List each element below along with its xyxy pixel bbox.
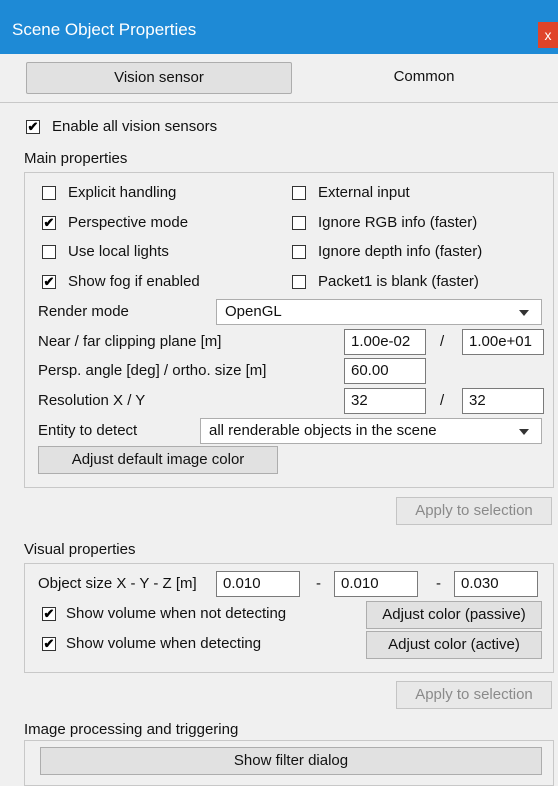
- object-size-y-input[interactable]: 0.010: [334, 571, 418, 597]
- adjust-color-passive-button[interactable]: Adjust color (passive): [366, 601, 542, 629]
- main-properties-heading: Main properties: [24, 150, 128, 167]
- clipping-separator: /: [440, 333, 445, 350]
- apply-to-selection-visual-button[interactable]: Apply to selection: [396, 681, 552, 709]
- show-volume-detecting-label: Show volume when detecting: [66, 635, 262, 652]
- resolution-label: Resolution X / Y: [38, 392, 146, 409]
- object-size-label: Object size X - Y - Z [m]: [38, 575, 197, 592]
- render-mode-label: Render mode: [38, 303, 129, 320]
- ignore-rgb-checkbox[interactable]: [292, 216, 306, 230]
- resolution-separator: /: [440, 392, 445, 409]
- tab-common[interactable]: Common: [300, 62, 548, 92]
- perspective-mode-label: Perspective mode: [68, 214, 189, 231]
- chevron-down-icon: [519, 429, 529, 435]
- entity-to-detect-label: Entity to detect: [38, 422, 138, 439]
- packet1-blank-label: Packet1 is blank (faster): [318, 273, 479, 290]
- show-fog-checkbox[interactable]: ✔: [42, 275, 56, 289]
- persp-angle-label: Persp. angle [deg] / ortho. size [m]: [38, 362, 267, 379]
- packet1-blank-checkbox[interactable]: [292, 275, 306, 289]
- size-separator-2: -: [436, 575, 441, 592]
- show-filter-dialog-button[interactable]: Show filter dialog: [40, 747, 542, 775]
- apply-to-selection-main-button[interactable]: Apply to selection: [396, 497, 552, 525]
- clipping-plane-label: Near / far clipping plane [m]: [38, 333, 222, 350]
- render-mode-dropdown[interactable]: OpenGL: [216, 299, 542, 325]
- ignore-depth-checkbox[interactable]: [292, 245, 306, 259]
- show-volume-not-detecting-label: Show volume when not detecting: [66, 605, 287, 622]
- adjust-color-active-button[interactable]: Adjust color (active): [366, 631, 542, 659]
- adjust-default-image-color-button[interactable]: Adjust default image color: [38, 446, 278, 474]
- render-mode-value: OpenGL: [225, 303, 282, 320]
- explicit-handling-checkbox[interactable]: [42, 186, 56, 200]
- persp-angle-input[interactable]: 60.00: [344, 358, 426, 384]
- enable-all-checkbox[interactable]: ✔: [26, 120, 40, 134]
- resolution-y-input[interactable]: 32: [462, 388, 544, 414]
- ignore-depth-label: Ignore depth info (faster): [318, 243, 483, 260]
- explicit-handling-label: Explicit handling: [68, 184, 177, 201]
- external-input-checkbox[interactable]: [292, 186, 306, 200]
- far-clipping-input[interactable]: 1.00e+01: [462, 329, 544, 355]
- use-local-lights-label: Use local lights: [68, 243, 169, 260]
- enable-all-label: Enable all vision sensors: [52, 118, 218, 135]
- image-processing-heading: Image processing and triggering: [24, 721, 239, 738]
- entity-to-detect-value: all renderable objects in the scene: [209, 422, 437, 439]
- entity-to-detect-dropdown[interactable]: all renderable objects in the scene: [200, 418, 542, 444]
- show-volume-detecting-checkbox[interactable]: ✔: [42, 637, 56, 651]
- close-button[interactable]: x: [538, 22, 558, 48]
- show-fog-label: Show fog if enabled: [68, 273, 200, 290]
- show-volume-not-detecting-checkbox[interactable]: ✔: [42, 607, 56, 621]
- near-clipping-input[interactable]: 1.00e-02: [344, 329, 426, 355]
- window-title: Scene Object Properties: [12, 20, 197, 39]
- object-size-x-input[interactable]: 0.010: [216, 571, 300, 597]
- external-input-label: External input: [318, 184, 410, 201]
- resolution-x-input[interactable]: 32: [344, 388, 426, 414]
- perspective-mode-checkbox[interactable]: ✔: [42, 216, 56, 230]
- chevron-down-icon: [519, 310, 529, 316]
- object-size-z-input[interactable]: 0.030: [454, 571, 538, 597]
- size-separator-1: -: [316, 575, 321, 592]
- use-local-lights-checkbox[interactable]: [42, 245, 56, 259]
- tab-vision-sensor[interactable]: Vision sensor: [26, 62, 292, 94]
- visual-properties-heading: Visual properties: [24, 541, 136, 558]
- ignore-rgb-label: Ignore RGB info (faster): [318, 214, 478, 231]
